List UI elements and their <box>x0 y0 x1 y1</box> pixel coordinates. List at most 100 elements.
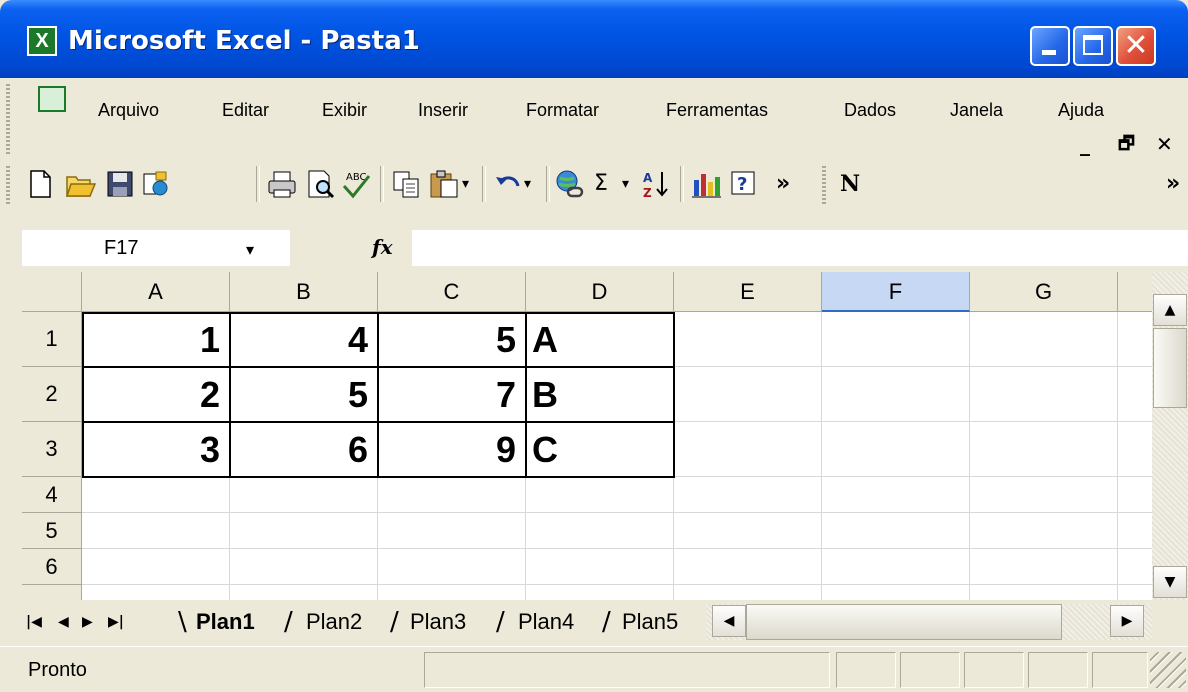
menu-ajuda[interactable]: Ajuda <box>1058 98 1104 122</box>
cell-d1[interactable]: A <box>526 312 674 367</box>
row-header-2[interactable]: 2 <box>22 367 82 422</box>
cell-d3[interactable]: C <box>526 422 674 477</box>
column-header-h[interactable] <box>1118 272 1152 312</box>
tab-plan5[interactable]: Plan5 <box>622 606 678 638</box>
sort-ascending-icon[interactable]: AZ <box>640 168 672 200</box>
vertical-scroll-thumb[interactable] <box>1153 328 1187 408</box>
name-box-dropdown-arrow[interactable]: ▾ <box>246 240 254 260</box>
cell-c3[interactable]: 9 <box>378 422 526 477</box>
menu-ferramentas[interactable]: Ferramentas <box>666 98 768 122</box>
paste-dropdown-arrow[interactable]: ▾ <box>462 172 469 196</box>
status-panel <box>900 652 960 688</box>
spelling-icon[interactable]: ABC <box>340 168 372 200</box>
row-header-6[interactable]: 6 <box>22 549 82 585</box>
svg-text:?: ? <box>737 174 747 195</box>
doc-minimize-button[interactable]: _ <box>1080 132 1090 156</box>
table-border <box>82 312 84 478</box>
toolbar-separator <box>482 166 486 202</box>
autosum-icon[interactable]: Σ <box>594 168 608 200</box>
autosum-dropdown-arrow[interactable]: ▾ <box>622 172 629 196</box>
permissions-icon[interactable] <box>140 168 172 200</box>
tab-plan4[interactable]: Plan4 <box>518 606 574 638</box>
row-header-1[interactable]: 1 <box>22 312 82 367</box>
menu-editar[interactable]: Editar <box>222 98 269 122</box>
bold-button[interactable]: N <box>840 168 860 200</box>
gridline <box>82 512 1152 513</box>
tab-first-button[interactable]: |◀ <box>26 608 42 636</box>
select-all-corner[interactable] <box>22 272 82 312</box>
tab-plan1[interactable]: Plan1 <box>196 606 255 638</box>
cell-c2[interactable]: 7 <box>378 367 526 422</box>
toolbar-overflow-chevron[interactable]: » <box>776 168 790 200</box>
insert-function-icon[interactable]: fx <box>372 233 393 261</box>
new-icon[interactable] <box>24 168 56 200</box>
menu-inserir[interactable]: Inserir <box>418 98 468 122</box>
formatting-overflow-chevron[interactable]: » <box>1166 168 1180 200</box>
workbook-icon[interactable] <box>38 86 66 112</box>
status-panel <box>424 652 830 688</box>
tab-last-button[interactable]: ▶| <box>108 608 124 636</box>
excel-app-icon[interactable]: X <box>27 26 57 56</box>
menu-grip[interactable] <box>6 84 10 154</box>
scroll-left-arrow[interactable]: ◀ <box>712 605 746 637</box>
menu-exibir[interactable]: Exibir <box>322 98 367 122</box>
paste-icon[interactable] <box>428 168 460 200</box>
copy-icon[interactable] <box>390 168 422 200</box>
row-header-4[interactable]: 4 <box>22 477 82 513</box>
table-border <box>525 312 527 478</box>
resize-grip[interactable] <box>1150 652 1186 688</box>
row-header-3[interactable]: 3 <box>22 422 82 477</box>
close-button[interactable]: ✕ <box>1116 26 1156 66</box>
save-icon[interactable] <box>104 168 136 200</box>
maximize-button[interactable] <box>1073 26 1113 66</box>
column-header-e[interactable]: E <box>674 272 822 312</box>
cell-a1[interactable]: 1 <box>82 312 230 367</box>
print-icon[interactable] <box>266 168 298 200</box>
scroll-right-arrow[interactable]: ▶ <box>1110 605 1144 637</box>
undo-icon[interactable] <box>492 168 524 200</box>
row-header-7[interactable] <box>22 585 82 600</box>
gridline <box>1117 312 1118 600</box>
horizontal-scroll-thumb[interactable] <box>746 604 1062 640</box>
menu-dados[interactable]: Dados <box>844 98 896 122</box>
open-icon[interactable] <box>64 168 97 200</box>
doc-restore-button[interactable]: 🗗 <box>1118 132 1135 156</box>
cell-b1[interactable]: 4 <box>230 312 378 367</box>
cell-b3[interactable]: 6 <box>230 422 378 477</box>
column-header-a[interactable]: A <box>82 272 230 312</box>
tab-next-button[interactable]: ▶ <box>82 608 93 636</box>
column-header-d[interactable]: D <box>526 272 674 312</box>
toolbar-grip[interactable] <box>822 166 826 204</box>
toolbar-grip[interactable] <box>6 166 10 204</box>
undo-dropdown-arrow[interactable]: ▾ <box>524 172 531 196</box>
worksheet-grid[interactable]: A B C D E F G 1 2 3 4 5 6 1 4 5 A 2 5 7 … <box>22 272 1152 600</box>
row-header-5[interactable]: 5 <box>22 513 82 549</box>
column-header-g[interactable]: G <box>970 272 1118 312</box>
cell-d2[interactable]: B <box>526 367 674 422</box>
print-preview-icon[interactable] <box>304 168 336 200</box>
cell-c1[interactable]: 5 <box>378 312 526 367</box>
chart-wizard-icon[interactable] <box>690 168 722 200</box>
hyperlink-icon[interactable] <box>554 168 586 200</box>
tab-plan2[interactable]: Plan2 <box>306 606 362 638</box>
column-header-b[interactable]: B <box>230 272 378 312</box>
scroll-up-arrow[interactable]: ▲ <box>1153 294 1187 326</box>
menu-janela[interactable]: Janela <box>950 98 1003 122</box>
scroll-down-arrow[interactable]: ▼ <box>1153 566 1187 598</box>
doc-close-button[interactable]: ✕ <box>1156 132 1173 156</box>
name-box-value: F17 <box>104 237 139 259</box>
gridline <box>82 548 1152 549</box>
menu-arquivo[interactable]: Arquivo <box>98 98 159 122</box>
tab-plan3[interactable]: Plan3 <box>410 606 466 638</box>
column-header-f[interactable]: F <box>822 272 970 312</box>
menu-formatar[interactable]: Formatar <box>526 98 599 122</box>
cell-b2[interactable]: 5 <box>230 367 378 422</box>
tab-prev-button[interactable]: ◀ <box>58 608 69 636</box>
cell-a2[interactable]: 2 <box>82 367 230 422</box>
cell-a3[interactable]: 3 <box>82 422 230 477</box>
help-icon[interactable]: ? <box>728 168 760 200</box>
minimize-button[interactable] <box>1030 26 1070 66</box>
close-icon: ✕ <box>1123 28 1149 63</box>
formula-input[interactable] <box>412 230 1188 266</box>
column-header-c[interactable]: C <box>378 272 526 312</box>
